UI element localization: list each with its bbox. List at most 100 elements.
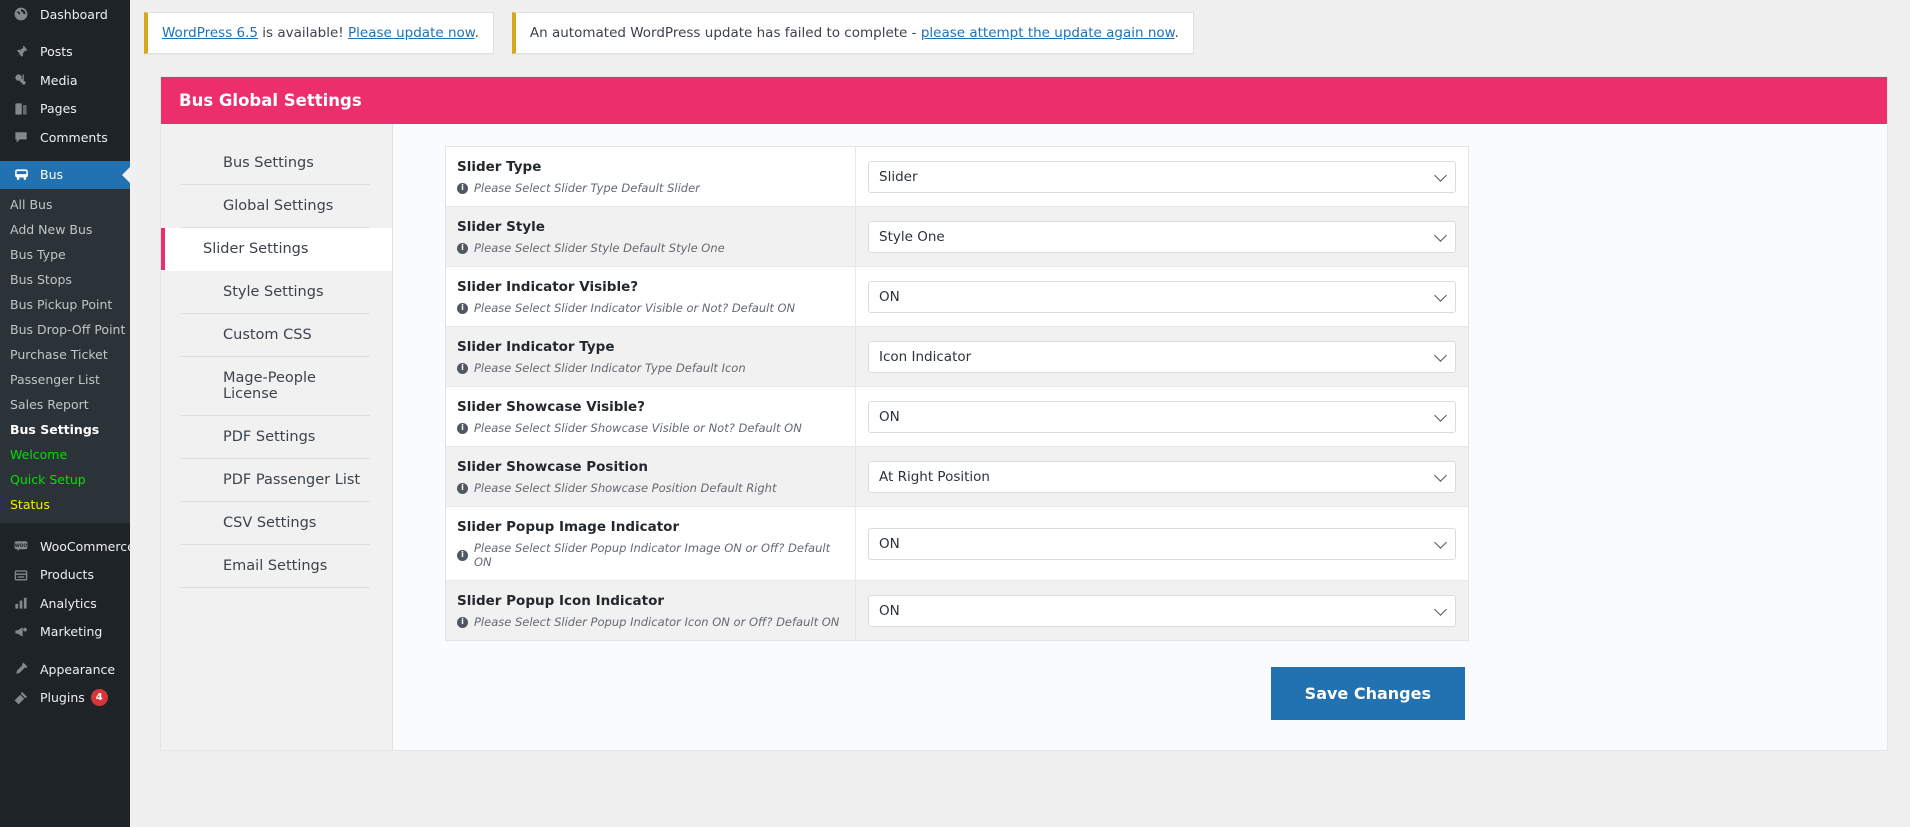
select-value: ON: [879, 602, 900, 619]
tab-style-settings[interactable]: Style Settings: [181, 271, 370, 314]
notice-text-tail: .: [1174, 25, 1179, 41]
submenu-item-add-new-bus[interactable]: Add New Bus: [0, 217, 130, 242]
tab-mage-people-license[interactable]: Mage-People License: [181, 357, 370, 416]
sidebar-item-pages[interactable]: Pages: [0, 95, 130, 124]
submenu-item-bus-stops[interactable]: Bus Stops: [0, 267, 130, 292]
setting-label-cell: Slider Popup Icon Indicator i Please Sel…: [446, 581, 856, 640]
sidebar-item-label: Plugins: [40, 690, 85, 706]
save-button-area: Save Changes: [445, 641, 1469, 750]
woo-icon: WOO: [10, 536, 32, 556]
setting-label-cell: Slider Popup Image Indicator i Please Se…: [446, 507, 856, 580]
info-icon: i: [457, 549, 468, 561]
submenu-item-all-bus[interactable]: All Bus: [0, 192, 130, 217]
setting-label: Slider Showcase Position: [457, 459, 649, 475]
sidebar-item-appearance[interactable]: Appearance: [0, 655, 130, 684]
pin-icon: [10, 42, 32, 62]
slider-style-select[interactable]: Style One: [868, 220, 1456, 253]
sidebar-item-label: Marketing: [40, 624, 103, 640]
chevron-down-icon: [1434, 602, 1447, 616]
sidebar-item-label: Analytics: [40, 595, 97, 611]
notice-text: is available!: [258, 25, 349, 41]
sidebar-item-media[interactable]: Media: [0, 66, 130, 95]
tab-custom-css[interactable]: Custom CSS: [181, 314, 370, 357]
tab-email-settings[interactable]: Email Settings: [181, 545, 370, 588]
sidebar-item-label: Pages: [40, 101, 77, 117]
tab-global-settings[interactable]: Global Settings: [181, 185, 370, 228]
tab-label: PDF Passenger List: [223, 472, 361, 488]
setting-description-text: Please Select Slider Type Default Slider: [474, 181, 700, 195]
save-changes-button[interactable]: Save Changes: [1270, 667, 1465, 720]
submenu-item-bus-type[interactable]: Bus Type: [0, 242, 130, 267]
sidebar-item-bus[interactable]: Bus: [0, 160, 130, 189]
select-value: Icon Indicator: [879, 348, 972, 365]
setting-row-slider-showcase-visible: Slider Showcase Visible? i Please Select…: [446, 387, 1468, 447]
setting-row-slider-indicator-type: Slider Indicator Type i Please Select Sl…: [446, 327, 1468, 387]
select-value: ON: [879, 288, 900, 305]
slider-indicator-visible-select[interactable]: ON: [868, 280, 1456, 313]
slider-showcase-position-select[interactable]: At Right Position: [868, 460, 1456, 493]
slider-popup-icon-indicator-select[interactable]: ON: [868, 594, 1456, 627]
setting-description-text: Please Select Slider Showcase Visible or…: [474, 421, 802, 435]
sidebar-item-analytics[interactable]: Analytics: [0, 589, 130, 618]
attempt-update-again-link[interactable]: please attempt the update again now: [921, 25, 1175, 41]
slider-type-select[interactable]: Slider: [868, 160, 1456, 193]
admin-screen: Dashboard Posts Media Pages Comments Bus…: [0, 0, 1910, 827]
submenu-item-bus-pickup-point[interactable]: Bus Pickup Point: [0, 292, 130, 317]
submenu-item-sales-report[interactable]: Sales Report: [0, 392, 130, 417]
sidebar-item-posts[interactable]: Posts: [0, 38, 130, 67]
setting-field-cell: Slider: [856, 147, 1468, 206]
chevron-down-icon: [1434, 468, 1447, 482]
setting-description-text: Please Select Slider Style Default Style…: [474, 241, 725, 255]
setting-field-cell: ON: [856, 387, 1468, 446]
tab-pdf-settings[interactable]: PDF Settings: [181, 416, 370, 459]
sidebar-item-plugins[interactable]: Plugins 4: [0, 684, 130, 713]
setting-row-slider-popup-icon-indicator: Slider Popup Icon Indicator i Please Sel…: [446, 581, 1468, 640]
setting-row-slider-showcase-position: Slider Showcase Position i Please Select…: [446, 447, 1468, 507]
setting-field-cell: ON: [856, 581, 1468, 640]
submenu-item-bus-drop-off-point[interactable]: Bus Drop-Off Point: [0, 317, 130, 342]
setting-field-cell: Icon Indicator: [856, 327, 1468, 386]
svg-text:WOO: WOO: [15, 543, 28, 549]
sidebar-item-dashboard[interactable]: Dashboard: [0, 0, 130, 29]
submenu-item-quick-setup[interactable]: Quick Setup: [0, 467, 130, 492]
sidebar-divider: [0, 152, 130, 161]
submenu-item-passenger-list[interactable]: Passenger List: [0, 367, 130, 392]
submenu-item-purchase-ticket[interactable]: Purchase Ticket: [0, 342, 130, 367]
please-update-now-link[interactable]: Please update now: [348, 25, 475, 41]
slider-showcase-visible-select[interactable]: ON: [868, 400, 1456, 433]
notice-area: WordPress 6.5 is available! Please updat…: [130, 0, 1910, 54]
submenu-item-status[interactable]: Status: [0, 492, 130, 517]
setting-description: i Please Select Slider Popup Indicator I…: [457, 541, 841, 569]
tab-pdf-passenger-list[interactable]: PDF Passenger List: [181, 459, 370, 502]
page-title: Bus Global Settings: [161, 77, 1887, 124]
setting-description: i Please Select Slider Type Default Slid…: [457, 181, 841, 195]
analytics-icon: [10, 593, 32, 613]
tab-bus-settings[interactable]: Bus Settings: [181, 142, 370, 185]
sidebar-item-woocommerce[interactable]: WOO WooCommerce: [0, 532, 130, 561]
sidebar-item-label: Comments: [40, 129, 108, 145]
setting-description: i Please Select Slider Showcase Position…: [457, 481, 841, 495]
submenu-item-bus-settings[interactable]: Bus Settings: [0, 417, 130, 442]
sidebar-item-comments[interactable]: Comments: [0, 123, 130, 152]
setting-label-cell: Slider Type i Please Select Slider Type …: [446, 147, 856, 206]
slider-indicator-type-select[interactable]: Icon Indicator: [868, 340, 1456, 373]
select-value: Slider: [879, 168, 918, 185]
setting-description-text: Please Select Slider Popup Indicator Ico…: [474, 615, 840, 629]
chevron-down-icon: [1434, 348, 1447, 362]
wordpress-version-link[interactable]: WordPress 6.5: [162, 25, 258, 41]
tab-label: Bus Settings: [223, 155, 314, 171]
plugins-icon: [10, 688, 32, 708]
sidebar-item-label: WooCommerce: [40, 538, 130, 554]
marketing-icon: [10, 622, 32, 642]
setting-description-text: Please Select Slider Popup Indicator Ima…: [474, 541, 831, 569]
chevron-down-icon: [1434, 408, 1447, 422]
tab-csv-settings[interactable]: CSV Settings: [181, 502, 370, 545]
plugins-update-badge: 4: [90, 689, 108, 707]
sidebar-item-marketing[interactable]: Marketing: [0, 618, 130, 647]
submenu-item-welcome[interactable]: Welcome: [0, 442, 130, 467]
sidebar-item-label: Posts: [40, 44, 73, 60]
slider-popup-image-indicator-select[interactable]: ON: [868, 527, 1456, 560]
tab-slider-settings[interactable]: Slider Settings: [161, 228, 392, 271]
sidebar-item-label: Bus: [40, 167, 64, 183]
sidebar-item-products[interactable]: Products: [0, 561, 130, 590]
